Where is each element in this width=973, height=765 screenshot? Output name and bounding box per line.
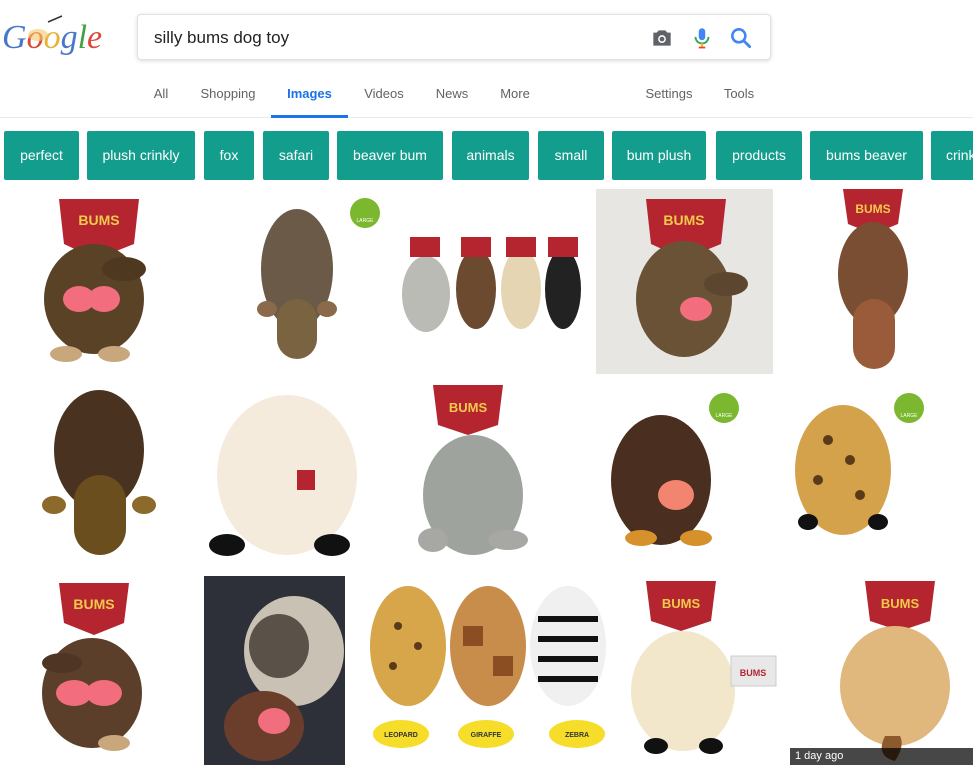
chip[interactable]: crinkly bbox=[931, 131, 973, 180]
image-result[interactable]: BUMS bbox=[4, 573, 189, 765]
google-doodle-logo[interactable]: Google bbox=[2, 12, 102, 60]
chip[interactable]: products bbox=[716, 131, 802, 180]
chip[interactable]: small bbox=[538, 131, 604, 180]
gorilla-toy-image: BUMS bbox=[636, 199, 748, 357]
svg-text:BUMS: BUMS bbox=[73, 596, 114, 612]
image-result[interactable] bbox=[204, 576, 345, 765]
chip[interactable]: animals bbox=[452, 131, 529, 180]
image-result[interactable]: BUMS bbox=[790, 576, 973, 765]
beaver-toys-set-image bbox=[402, 237, 581, 332]
svg-text:LEOPARD: LEOPARD bbox=[384, 732, 418, 739]
related-chips: perfect plush crinkly fox safari beaver … bbox=[0, 131, 973, 181]
svg-text:LARGE: LARGE bbox=[716, 413, 734, 419]
image-result[interactable]: BUMS bbox=[596, 189, 773, 374]
svg-text:BUMS: BUMS bbox=[881, 596, 920, 611]
image-result[interactable]: LEOPARD GIRAFFE ZEBRA bbox=[353, 576, 613, 765]
image-result[interactable]: LARGE bbox=[788, 380, 973, 565]
svg-text:BUMS: BUMS bbox=[78, 212, 119, 228]
raccoon-toy-image: BUMS bbox=[418, 385, 528, 555]
svg-text:BUMS: BUMS bbox=[449, 400, 488, 415]
mic-icon[interactable] bbox=[689, 25, 715, 51]
svg-text:ZEBRA: ZEBRA bbox=[565, 732, 589, 739]
camera-icon[interactable] bbox=[649, 25, 675, 51]
image-result[interactable]: BUMS bbox=[788, 189, 973, 374]
beaver-toy-image: LARGE bbox=[257, 198, 380, 359]
chip[interactable]: bum plush bbox=[612, 131, 706, 180]
chip[interactable]: perfect bbox=[4, 131, 79, 180]
svg-text:BUMS: BUMS bbox=[740, 668, 767, 678]
chip[interactable]: bums beaver bbox=[810, 131, 923, 180]
beaver-toy-image bbox=[42, 390, 156, 555]
svg-text:GIRAFFE: GIRAFFE bbox=[471, 732, 502, 739]
tools-link[interactable]: Tools bbox=[721, 76, 757, 118]
image-result[interactable] bbox=[398, 189, 588, 374]
tab-more[interactable]: More bbox=[497, 76, 533, 118]
image-result[interactable]: BUMS bbox=[398, 380, 588, 565]
image-result[interactable] bbox=[197, 380, 387, 565]
safari-toys-set-image: LEOPARD GIRAFFE ZEBRA bbox=[370, 586, 606, 748]
svg-text:BUMS: BUMS bbox=[662, 596, 701, 611]
sheep-toy-image: BUMS BUMS bbox=[631, 581, 777, 754]
header: Google All Shopping Images Videos News M… bbox=[0, 0, 973, 118]
svg-text:LARGE: LARGE bbox=[357, 218, 375, 224]
image-result[interactable]: LARGE bbox=[197, 189, 387, 374]
image-result[interactable]: BUMS BUMS bbox=[621, 576, 782, 765]
chip[interactable]: beaver bum bbox=[337, 131, 443, 180]
beaver-toy-image: BUMS bbox=[838, 189, 908, 369]
image-result[interactable]: LARGE bbox=[596, 380, 773, 565]
image-result[interactable]: BUMS bbox=[4, 189, 189, 374]
tab-news[interactable]: News bbox=[433, 76, 471, 118]
chip[interactable]: fox bbox=[204, 131, 254, 180]
svg-text:BUMS: BUMS bbox=[663, 212, 704, 228]
image-result[interactable] bbox=[4, 380, 189, 565]
gorilla-toy-image: LARGE bbox=[611, 393, 739, 546]
search-input[interactable] bbox=[154, 23, 634, 53]
tab-videos[interactable]: Videos bbox=[361, 76, 407, 118]
settings-link[interactable]: Settings bbox=[643, 76, 695, 118]
sheep-toy-image bbox=[209, 395, 357, 556]
svg-text:BUMS: BUMS bbox=[855, 202, 890, 216]
nav-tabs: All Shopping Images Videos News More Set… bbox=[0, 76, 973, 118]
beaver-toy-image: BUMS bbox=[44, 199, 146, 362]
tab-images[interactable]: Images bbox=[271, 76, 348, 118]
leopard-toy-image: LARGE bbox=[795, 393, 924, 535]
dog-with-toy-image bbox=[224, 596, 344, 761]
search-box bbox=[137, 14, 771, 60]
chip[interactable]: plush crinkly bbox=[87, 131, 195, 180]
tab-all[interactable]: All bbox=[150, 76, 172, 118]
svg-text:LARGE: LARGE bbox=[901, 413, 919, 419]
time-badge: 1 day ago bbox=[790, 748, 973, 765]
tab-shopping[interactable]: Shopping bbox=[198, 76, 258, 118]
search-icon[interactable] bbox=[728, 25, 754, 51]
beaver-toy-image: BUMS bbox=[42, 583, 142, 751]
fox-toy-image: BUMS bbox=[840, 581, 950, 761]
chip[interactable]: safari bbox=[263, 131, 329, 180]
svg-text:Google: Google bbox=[2, 19, 102, 56]
